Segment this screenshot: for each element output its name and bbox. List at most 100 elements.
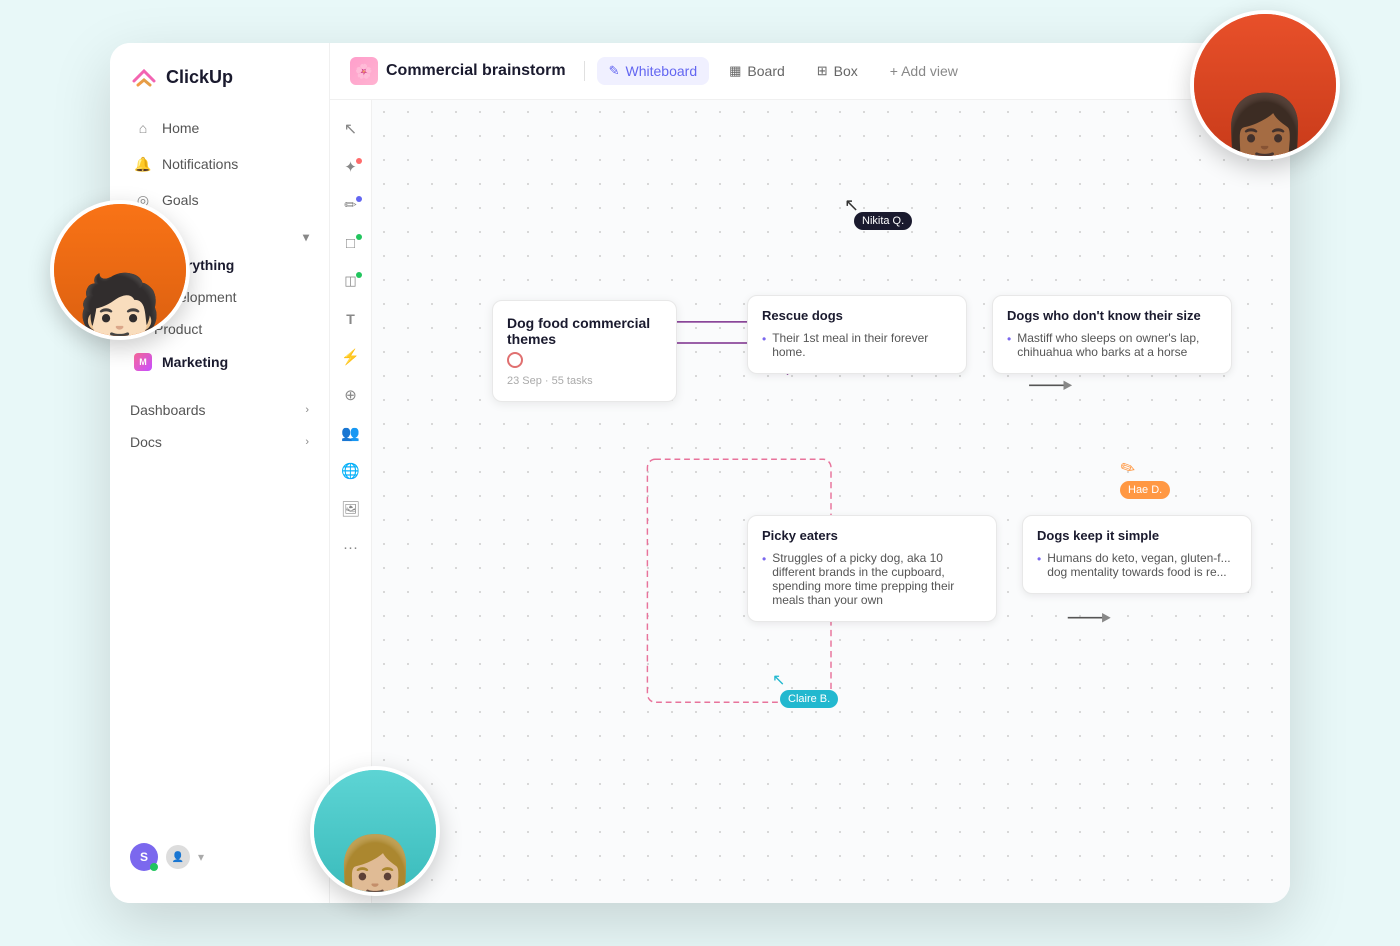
tab-box[interactable]: ⊞ Box [805, 57, 870, 85]
people-icon: 👥 [341, 424, 360, 442]
tool-globe[interactable]: 🌐 [334, 454, 368, 488]
person-circle-bottom-center: 👩🏼 [310, 766, 440, 896]
main-card-circle-row [507, 351, 662, 369]
dashboards-chevron-icon: › [305, 404, 309, 416]
project-icon: 🌸 [350, 57, 378, 85]
online-dot-top-right [1314, 22, 1328, 36]
claire-cursor-icon: ↖ [772, 672, 785, 689]
rescue-dogs-item-1: Their 1st meal in their forever home. [762, 329, 952, 361]
card-big-dogs[interactable]: Dogs who don't know their size Mastiff w… [992, 295, 1232, 374]
big-dogs-items: Mastiff who sleeps on owner's lap, chihu… [1007, 329, 1217, 361]
main-card-meta: 23 Sep · 55 tasks [507, 375, 662, 387]
sidebar-item-docs[interactable]: Docs › [110, 426, 329, 458]
sidebar-item-goals-label: Goals [162, 192, 199, 208]
shapes-dot [356, 158, 362, 164]
sidebar-item-notifications[interactable]: 🔔 Notifications [122, 147, 317, 181]
sidebar-item-dashboards[interactable]: Dashboards › [110, 394, 329, 426]
tab-board[interactable]: ▦ Board [717, 57, 797, 85]
toolbar-whiteboard-wrapper: ↖ ✦ ✏ □ ◫ T [330, 100, 1290, 903]
whiteboard-tab-label: Whiteboard [626, 63, 698, 79]
bell-icon: 🔔 [134, 155, 152, 173]
sidebar-item-home-label: Home [162, 120, 199, 136]
header: 🌸 Commercial brainstorm ✎ Whiteboard ▦ B… [330, 43, 1290, 100]
note-dot [356, 272, 362, 278]
big-dogs-item-1: Mastiff who sleeps on owner's lap, chihu… [1007, 329, 1217, 361]
dashboards-label: Dashboards [130, 402, 206, 418]
nikita-cursor-icon: ↖ [844, 195, 859, 215]
card-dogs-simple[interactable]: Dogs keep it simple Humans do keto, vega… [1022, 515, 1252, 594]
dogs-simple-items: Humans do keto, vegan, gluten-f... dog m… [1037, 549, 1237, 581]
tool-magic[interactable]: ⚡ [334, 340, 368, 374]
card-rescue-dogs[interactable]: Rescue dogs Their 1st meal in their fore… [747, 295, 967, 374]
board-tab-icon: ▦ [729, 63, 741, 79]
sidebar-item-marketing[interactable]: M Marketing [122, 346, 317, 378]
tool-people[interactable]: 👥 [334, 416, 368, 450]
tool-image[interactable]: 🖼 [334, 492, 368, 526]
connect-icon: ⊕ [344, 386, 357, 404]
picky-eaters-item-1: Struggles of a picky dog, aka 10 differe… [762, 549, 982, 609]
docs-label: Docs [130, 434, 162, 450]
sidebar-item-notifications-label: Notifications [162, 156, 238, 172]
sidebar: ClickUp ⌂ Home 🔔 Notifications ◎ Goals S… [110, 43, 330, 903]
clickup-logo-icon [130, 63, 158, 91]
shapes-icon: ✦ [344, 158, 357, 176]
person-emoji-bottom: 👩🏼 [335, 837, 416, 896]
cursor-icon: ↖ [344, 119, 357, 139]
cursor-hae: ✏ Hae D. [1120, 458, 1135, 479]
tool-note[interactable]: ◫ [334, 264, 368, 298]
picky-eaters-title: Picky eaters [762, 528, 982, 543]
person-emoji-top-right: 👩🏾 [1221, 96, 1308, 160]
main-card[interactable]: Dog food commercial themes 23 Sep · 55 t… [492, 300, 677, 402]
app-container: ClickUp ⌂ Home 🔔 Notifications ◎ Goals S… [110, 43, 1290, 903]
tool-connect[interactable]: ⊕ [334, 378, 368, 412]
user-initials: S [140, 850, 148, 864]
hae-cursor-label: Hae D. [1120, 481, 1170, 499]
rescue-dogs-items: Their 1st meal in their forever home. [762, 329, 952, 361]
globe-icon: 🌐 [341, 462, 360, 480]
dogs-simple-item-text: Humans do keto, vegan, gluten-f... dog m… [1047, 551, 1237, 579]
card-picky-eaters[interactable]: Picky eaters Struggles of a picky dog, a… [747, 515, 997, 622]
hae-cursor-icon: ✏ [1117, 456, 1138, 481]
pen-icon: ✏ [344, 196, 357, 214]
pen-dot [356, 196, 362, 202]
rectangle-dot [356, 234, 362, 240]
tool-more[interactable]: ··· [334, 530, 368, 564]
big-dogs-item-text: Mastiff who sleeps on owner's lap, chihu… [1017, 331, 1217, 359]
user-avatar-wrapper: S [130, 843, 158, 871]
rescue-dogs-item-text: Their 1st meal in their forever home. [772, 331, 952, 359]
cursor-claire: ↖ Claire B. [772, 670, 785, 690]
tab-whiteboard[interactable]: ✎ Whiteboard [597, 57, 710, 85]
nikita-cursor-label: Nikita Q. [854, 212, 912, 230]
magic-icon: ⚡ [341, 348, 360, 366]
claire-cursor-label: Claire B. [780, 690, 838, 708]
whiteboard-tab-icon: ✎ [609, 63, 620, 79]
docs-chevron-icon: › [305, 436, 309, 448]
tool-pen[interactable]: ✏ [334, 188, 368, 222]
tool-text[interactable]: T [334, 302, 368, 336]
tool-shapes[interactable]: ✦ [334, 150, 368, 184]
user-area: S 👤 ▾ [110, 831, 329, 883]
dogs-simple-title: Dogs keep it simple [1037, 528, 1237, 543]
logo-text: ClickUp [166, 67, 233, 88]
add-view-button[interactable]: + Add view [878, 57, 970, 85]
box-tab-icon: ⊞ [817, 63, 828, 79]
picky-eaters-item-text: Struggles of a picky dog, aka 10 differe… [772, 551, 982, 607]
logo-area: ClickUp [110, 63, 329, 111]
rescue-dogs-title: Rescue dogs [762, 308, 952, 323]
user-dropdown-icon: ▾ [198, 850, 204, 864]
note-icon: ◫ [344, 273, 356, 289]
sidebar-item-home[interactable]: ⌂ Home [122, 111, 317, 145]
online-dot-bottom [416, 776, 430, 790]
connections-svg [372, 100, 1290, 903]
main-card-title: Dog food commercial themes [507, 315, 662, 347]
cursor-nikita: ↖ Nikita Q. [844, 195, 859, 216]
rectangle-icon: □ [346, 235, 355, 252]
board-tab-label: Board [747, 63, 784, 79]
person-figure-left: 🧑🏻 [54, 204, 186, 336]
tool-rectangle[interactable]: □ [334, 226, 368, 260]
tool-cursor[interactable]: ↖ [334, 112, 368, 146]
picky-eaters-items: Struggles of a picky dog, aka 10 differe… [762, 549, 982, 609]
add-view-label: + Add view [890, 63, 958, 79]
user-avatar-secondary[interactable]: 👤 [166, 845, 190, 869]
whiteboard-canvas[interactable]: Dog food commercial themes 23 Sep · 55 t… [372, 100, 1290, 903]
